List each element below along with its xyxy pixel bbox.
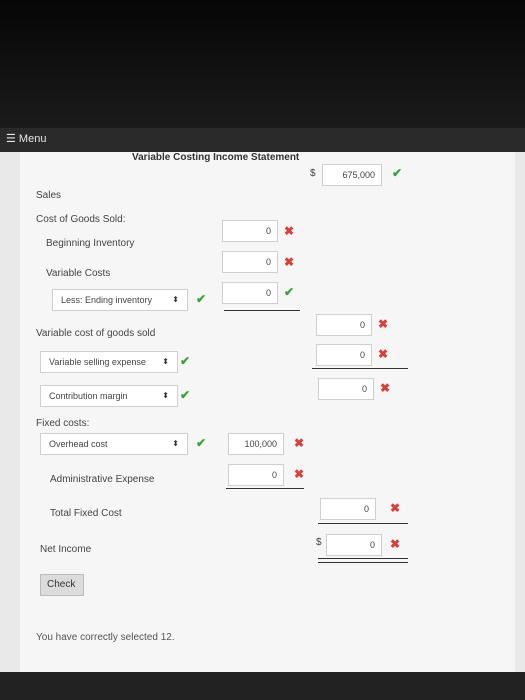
subtotal-line (312, 368, 408, 369)
hamburger-icon: ☰ (6, 133, 19, 145)
overhead-input[interactable]: 100,000 (228, 433, 284, 455)
select-arrows-icon: ⬍ (172, 439, 179, 448)
cross-icon: ✖ (380, 381, 391, 395)
overhead-select[interactable]: Overhead cost ⬍ (40, 433, 188, 455)
sales-input[interactable]: 675,000 (322, 164, 382, 186)
select-arrows-icon: ⬍ (172, 295, 179, 304)
subtotal-line (318, 523, 408, 524)
vcogs-input[interactable]: 0 (316, 314, 372, 336)
beginning-inventory-label: Beginning Inventory (46, 238, 135, 249)
cross-icon: ✖ (378, 317, 389, 331)
page-area: Variable Costing Income Statement $ 675,… (0, 152, 525, 700)
variable-selling-select[interactable]: Variable selling expense ⬍ (40, 351, 178, 373)
menu-bar: ☰ Menu (0, 128, 525, 152)
vcogs-label: Variable cost of goods sold (36, 328, 156, 339)
sales-currency: $ (310, 168, 316, 179)
cross-icon: ✖ (378, 347, 389, 361)
sales-label: Sales (36, 190, 62, 201)
beginning-inventory-input[interactable]: 0 (222, 220, 278, 242)
variable-costs-input[interactable]: 0 (222, 251, 278, 273)
variable-selling-input[interactable]: 0 (316, 344, 372, 366)
check-icon: ✔ (284, 285, 295, 299)
select-arrows-icon: ⬍ (162, 357, 169, 366)
check-icon: ✔ (196, 292, 207, 306)
double-underline-bottom (318, 562, 408, 563)
check-button[interactable]: Check (40, 574, 84, 596)
statement-sheet: Variable Costing Income Statement $ 675,… (20, 152, 515, 684)
cogs-label: Cost of Goods Sold: (36, 214, 126, 225)
total-fixed-label: Total Fixed Cost (50, 508, 122, 519)
contribution-margin-select[interactable]: Contribution margin ⬍ (40, 385, 178, 407)
subtotal-line (226, 488, 304, 489)
check-icon: ✔ (180, 354, 191, 368)
check-icon: ✔ (180, 388, 191, 402)
cross-icon: ✖ (294, 436, 305, 450)
ending-inventory-select[interactable]: Less: Ending inventory ⬍ (52, 289, 188, 311)
net-income-label: Net Income (40, 544, 92, 555)
double-underline-top (318, 558, 408, 559)
menu-button[interactable]: ☰ Menu (6, 132, 46, 145)
statement-title: Variable Costing Income Statement (132, 152, 300, 163)
cross-icon: ✖ (284, 255, 295, 269)
net-income-input[interactable]: 0 (326, 534, 382, 556)
subtotal-line (224, 310, 300, 311)
select-arrows-icon: ⬍ (162, 391, 169, 400)
check-icon: ✔ (392, 166, 403, 180)
total-fixed-input[interactable]: 0 (320, 498, 376, 520)
cross-icon: ✖ (390, 501, 401, 515)
admin-expense-input[interactable]: 0 (228, 464, 284, 486)
variable-costs-label: Variable Costs (46, 268, 111, 279)
cross-icon: ✖ (284, 224, 295, 238)
cross-icon: ✖ (390, 537, 401, 551)
cross-icon: ✖ (294, 467, 305, 481)
admin-expense-label: Administrative Expense (50, 474, 155, 485)
feedback-message: You have correctly selected 12. (36, 632, 175, 643)
fixed-costs-label: Fixed costs: (36, 418, 90, 429)
dark-top-area (0, 0, 525, 128)
ending-inventory-input[interactable]: 0 (222, 282, 278, 304)
check-icon: ✔ (196, 436, 207, 450)
dark-bottom-area (0, 672, 525, 700)
net-income-currency: $ (316, 537, 322, 548)
contribution-margin-input[interactable]: 0 (318, 378, 374, 400)
